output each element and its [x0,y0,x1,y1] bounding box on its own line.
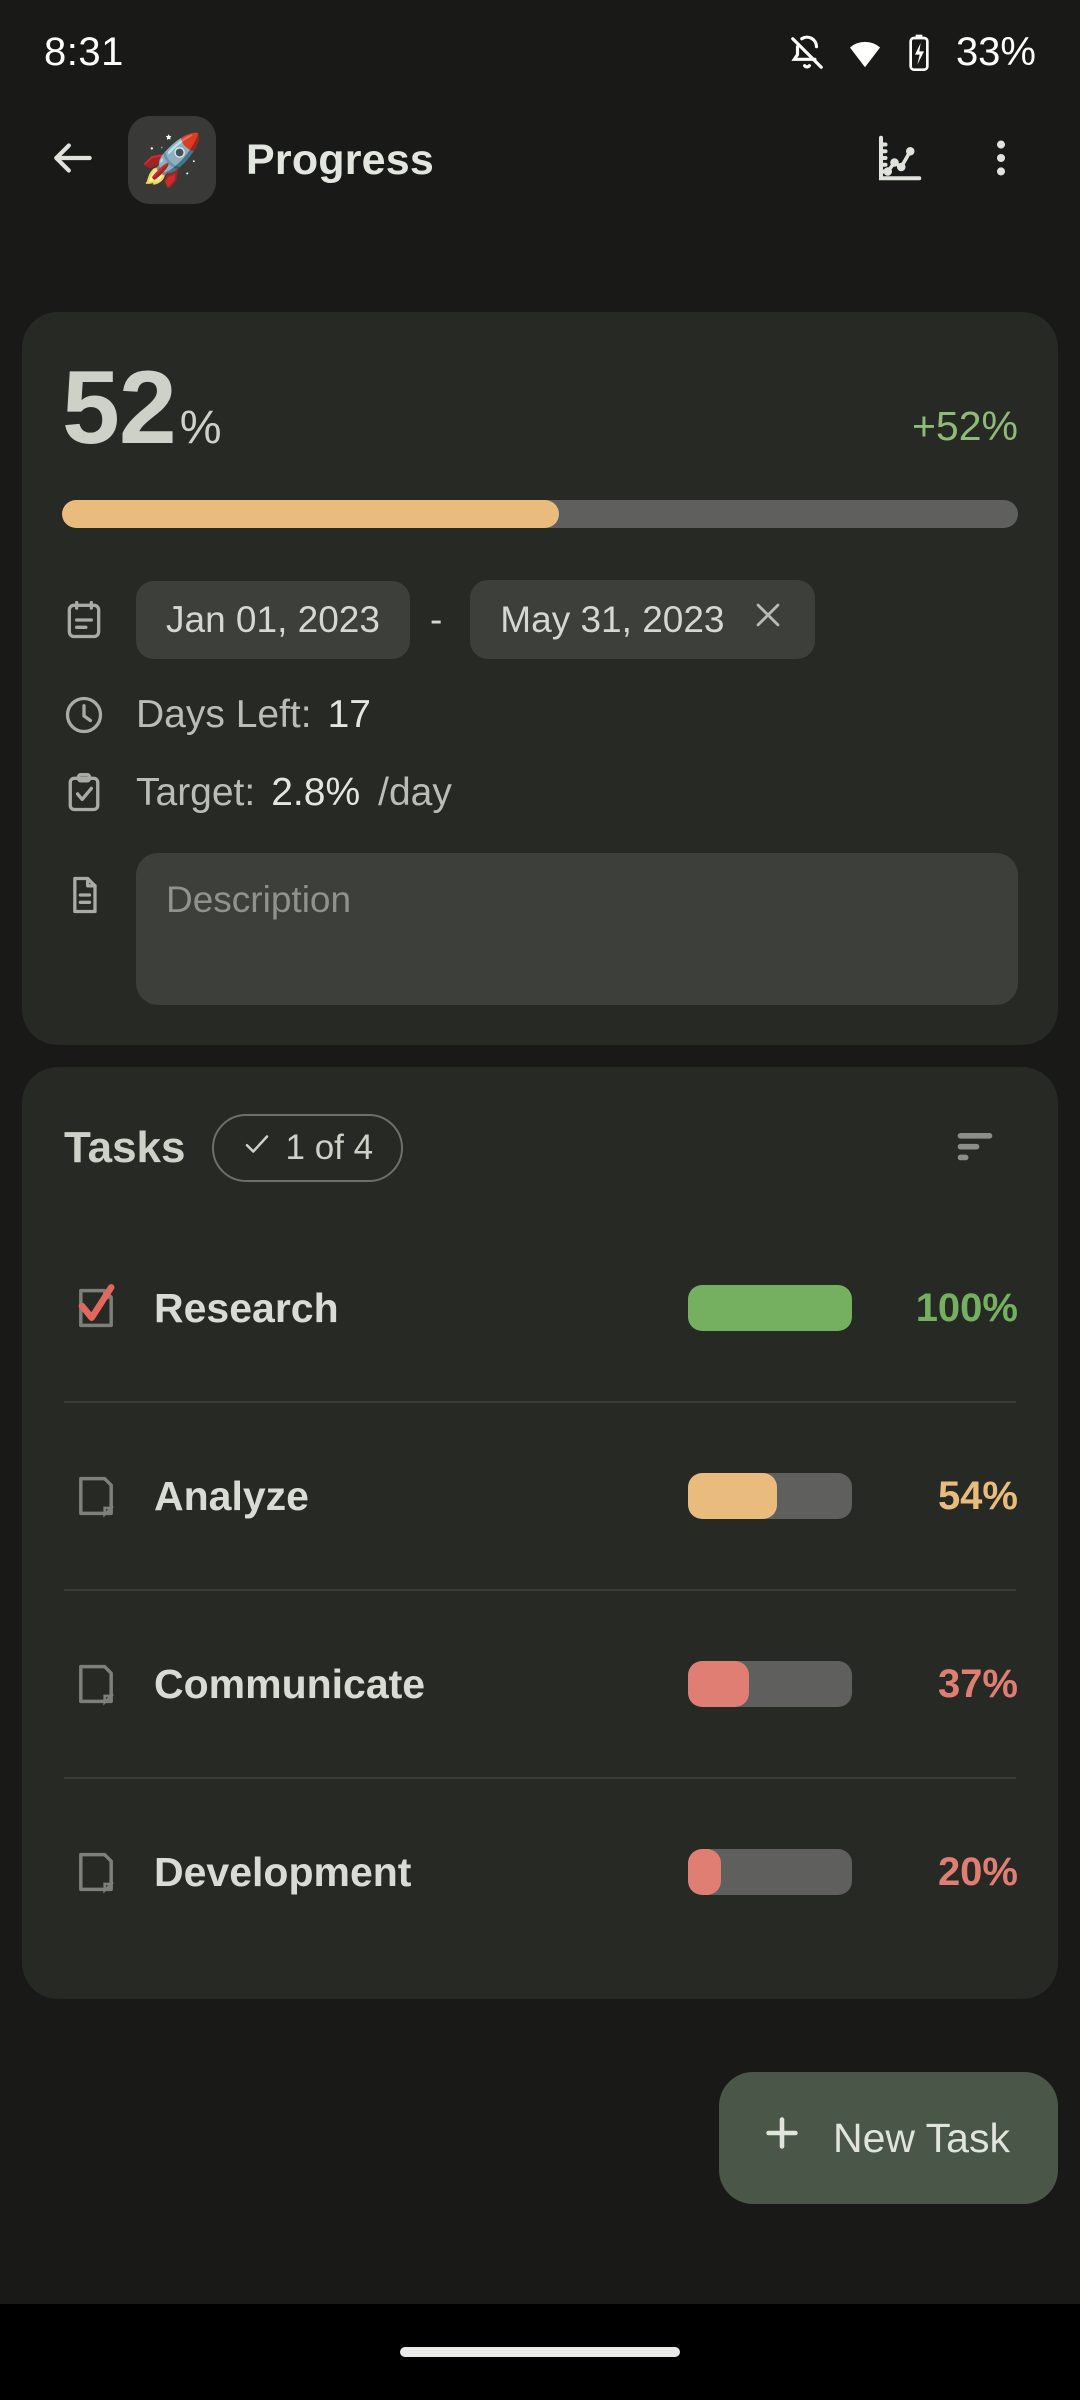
overflow-menu-button[interactable] [958,117,1044,203]
percent-sign: % [179,400,222,453]
task-name: Analyze [154,1472,309,1519]
sort-icon [949,1120,1001,1177]
clipboard-check-icon [62,771,114,815]
calendar-icon [62,598,114,642]
tasks-count-badge[interactable]: 1 of 4 [211,1114,404,1182]
tasks-header: Tasks 1 of 4 [22,1105,1058,1191]
task-row[interactable]: Analyze 54% [22,1403,1058,1589]
task-row[interactable]: Communicate 37% [22,1591,1058,1777]
more-vertical-icon [978,135,1024,186]
description-input[interactable]: Description [136,853,1018,1005]
percent-display: 52% [62,356,221,460]
date-range-row: Jan 01, 2023 - May 31, 2023 [62,580,1018,659]
app-bar-actions [856,117,1044,203]
overall-progress-bar[interactable] [62,500,1018,528]
tasks-count-label: 1 of 4 [285,1128,374,1167]
start-date-chip[interactable]: Jan 01, 2023 [136,580,410,659]
battery-charging-icon [904,33,934,73]
target-row: Target: 2.8% /day [62,771,1018,815]
status-time: 8:31 [44,30,124,74]
tasks-card: Tasks 1 of 4 Research 100% Analyze 54% C… [22,1067,1058,1999]
arrow-back-icon [48,133,98,188]
task-progress-bar[interactable] [688,1285,852,1331]
new-task-label: New Task [833,2114,1010,2161]
task-progress-fill [688,1849,721,1895]
checkbox-checked-icon[interactable] [64,1282,128,1334]
description-placeholder: Description [166,879,352,920]
date-separator: - [429,598,443,640]
task-row[interactable]: Research 100% [22,1215,1058,1401]
check-icon [242,1128,272,1168]
app-screen: 8:31 33% 🚀 Progress 52% +52% Jan 01, 202… [0,0,1080,2400]
line-chart-icon [872,131,926,190]
task-progress-fill [688,1661,749,1707]
end-date-chip[interactable]: May 31, 2023 [470,580,815,659]
task-percent-label: 20% [937,1849,1018,1894]
wifi-icon [846,34,884,72]
battery-percent: 33% [955,30,1036,74]
checkbox-empty-icon[interactable] [64,1658,128,1710]
new-task-fab-wrapper: New Task [719,2072,1058,2204]
task-name: Research [154,1284,339,1331]
tasks-title: Tasks [64,1123,186,1172]
days-left-value: 17 [327,693,371,736]
task-progress-bar[interactable] [688,1473,852,1519]
chart-button[interactable] [856,117,942,203]
clock-icon [62,693,114,737]
page-title: Progress [246,135,435,184]
rocket-icon: 🚀 [140,131,204,188]
target-label: Target: [136,771,256,814]
checkbox-empty-icon[interactable] [64,1470,128,1522]
sort-button[interactable] [932,1105,1018,1191]
app-emoji-button[interactable]: 🚀 [128,116,216,204]
task-percent-label: 37% [937,1661,1018,1706]
task-name: Communicate [154,1660,426,1707]
overall-progress-fill [62,500,560,528]
percent-row: 52% +52% [62,356,1018,460]
task-progress-fill [688,1285,852,1331]
close-icon[interactable] [751,598,785,641]
percent-value: 52 [62,350,177,466]
status-bar: 8:31 33% [0,0,1080,105]
task-list: Research 100% Analyze 54% Communicate 37% Deve… [22,1215,1058,1965]
description-row: Description [62,853,1018,1005]
checkbox-empty-icon[interactable] [64,1846,128,1898]
plus-icon [759,2110,805,2166]
task-progress-bar[interactable] [688,1661,852,1707]
home-indicator[interactable] [400,2347,680,2357]
task-name: Development [154,1848,412,1895]
notifications-off-icon [788,34,826,72]
back-button[interactable] [30,117,116,203]
end-date-label: May 31, 2023 [500,598,725,640]
new-task-button[interactable]: New Task [719,2072,1058,2204]
task-percent-label: 54% [937,1473,1018,1518]
start-date-label: Jan 01, 2023 [166,598,380,640]
overview-card: 52% +52% Jan 01, 2023 - May 31, 2023 Day… [22,312,1058,1045]
document-icon [62,853,114,917]
days-left-row: Days Left: 17 [62,693,1018,737]
target-suffix: /day [378,771,452,814]
percent-delta: +52% [911,403,1018,449]
status-icons: 33% [788,30,1036,75]
target-value: 2.8% [271,771,361,814]
app-bar: 🚀 Progress [0,105,1080,215]
task-row[interactable]: Development 20% [22,1779,1058,1965]
task-progress-bar[interactable] [688,1849,852,1895]
days-left-label: Days Left: [136,693,312,736]
task-percent-label: 100% [915,1285,1018,1330]
task-progress-fill [688,1473,777,1519]
system-nav-bar [0,2304,1080,2400]
